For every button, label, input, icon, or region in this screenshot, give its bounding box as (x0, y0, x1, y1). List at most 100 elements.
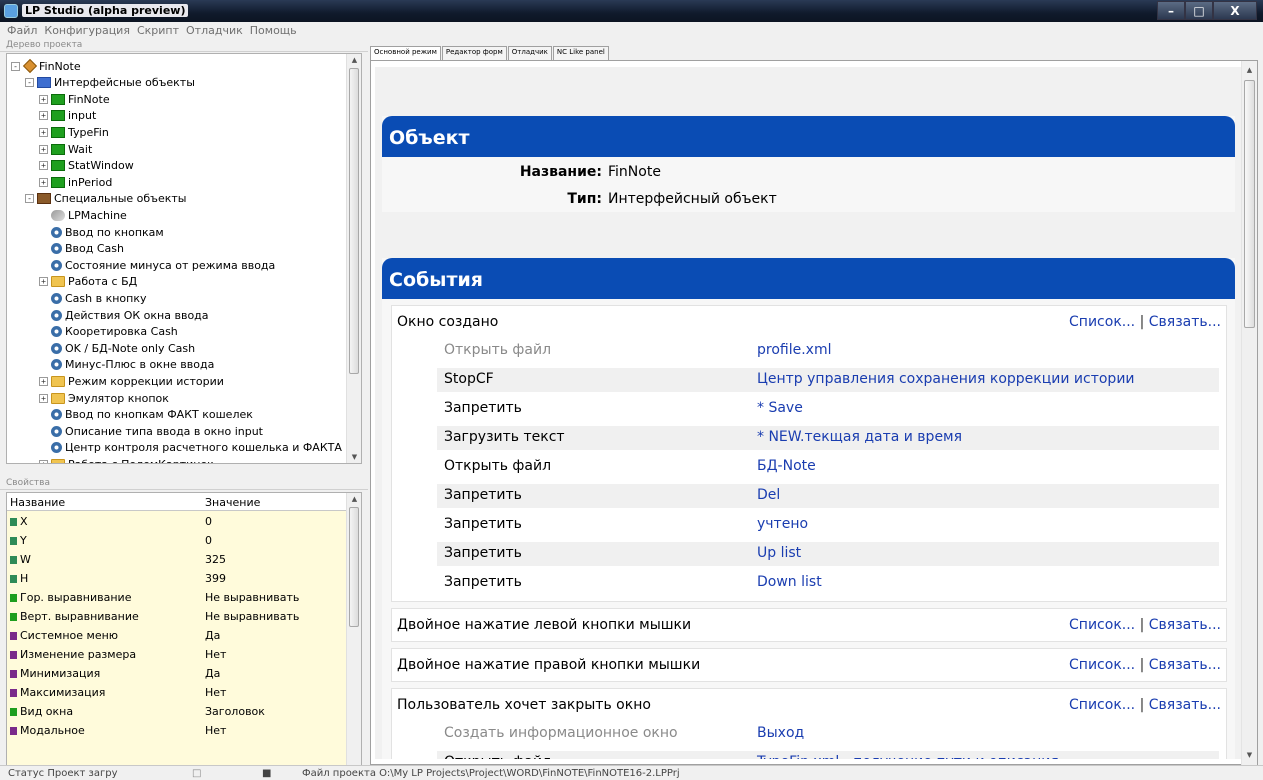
minimize-button[interactable]: – (1157, 1, 1185, 20)
expand-icon[interactable]: + (39, 94, 48, 104)
expand-icon[interactable]: + (39, 127, 48, 137)
property-row[interactable]: Минимизация Да (7, 664, 347, 683)
tree-node[interactable]: + input (39, 108, 96, 124)
tree-node[interactable]: + StatWindow (39, 158, 134, 174)
expand-icon[interactable]: + (39, 459, 48, 463)
property-value[interactable]: 325 (205, 553, 226, 566)
scroll-thumb[interactable] (1244, 80, 1255, 328)
property-row[interactable]: Гор. выравнивание Не выравнивать (7, 588, 347, 607)
action-target-link[interactable]: * NEW.текщая дата и время (757, 429, 962, 445)
bind-link[interactable]: Связать... (1149, 697, 1221, 713)
tree-node[interactable]: Действия ОК окна ввода (39, 307, 209, 323)
tree-node[interactable]: - Интерфейсные объекты (25, 75, 195, 91)
scroll-down-icon[interactable]: ▼ (347, 451, 361, 463)
bind-link[interactable]: Связать... (1149, 314, 1221, 330)
expand-icon[interactable]: + (39, 376, 48, 386)
action-target-link[interactable]: Up list (757, 545, 801, 561)
property-value[interactable]: Нет (205, 686, 226, 699)
property-value[interactable]: Не выравнивать (205, 591, 299, 604)
property-row[interactable]: Y0 (7, 531, 347, 550)
tree-node[interactable]: + Работа с ПолемКартинок (39, 456, 214, 463)
project-tree[interactable]: - FinNote - Интерфейсные объекты + FinNote + in… (6, 53, 362, 464)
property-value[interactable]: 0 (205, 534, 212, 547)
scroll-up-icon[interactable]: ▲ (1242, 64, 1257, 76)
bind-link[interactable]: Связать... (1149, 657, 1221, 673)
tree-scrollbar[interactable]: ▲ ▼ (346, 54, 361, 463)
menu-item[interactable]: Файл (4, 22, 41, 39)
property-row[interactable]: X0 (7, 512, 347, 531)
action-target-link[interactable]: profile.xml (757, 342, 831, 358)
action-target-link[interactable]: Центр управления сохранения коррекции ис… (757, 371, 1135, 387)
tree-node[interactable]: + Эмулятор кнопок (39, 390, 169, 406)
property-row[interactable]: Максимизация Нет (7, 683, 347, 702)
expand-icon[interactable]: + (39, 111, 48, 121)
action-target-link[interactable]: * Save (757, 400, 803, 416)
tab-1[interactable]: Редактор форм (441, 46, 507, 60)
tab-0[interactable]: Основной режим (370, 46, 441, 61)
collapse-icon[interactable]: - (11, 61, 20, 71)
expand-icon[interactable]: + (39, 177, 48, 187)
tree-node[interactable]: + Wait (39, 141, 92, 157)
content-scrollbar[interactable]: ▲ ▼ (1241, 61, 1257, 766)
property-row[interactable]: Верт. выравнивание Не выравнивать (7, 607, 347, 626)
tree-node[interactable]: OK / БД-Note only Cash (39, 340, 195, 356)
tree-node[interactable]: LPMachine (39, 207, 127, 223)
column-name-header[interactable]: Название (10, 496, 65, 509)
tree-node[interactable]: Ввод по кнопкам ФАКТ кошелек (39, 407, 253, 423)
property-row[interactable]: H 399 (7, 569, 347, 588)
tree-node[interactable]: Ввод Cash (39, 241, 124, 257)
scroll-thumb[interactable] (349, 507, 359, 627)
tree-node[interactable]: Минус-Плюс в окне ввода (39, 357, 214, 373)
list-link[interactable]: Список... (1069, 617, 1135, 633)
expand-icon[interactable]: + (39, 161, 48, 171)
tree-node[interactable]: - FinNote (11, 58, 81, 74)
tree-node[interactable]: Описание типа ввода в окно input (39, 423, 263, 439)
property-row[interactable]: W 325 (7, 550, 347, 569)
list-link[interactable]: Список... (1069, 697, 1135, 713)
property-value[interactable]: Нет (205, 724, 226, 737)
tree-node[interactable]: + FinNote (39, 91, 110, 107)
list-link[interactable]: Список... (1069, 314, 1135, 330)
property-value[interactable]: 0 (205, 515, 212, 528)
tree-node[interactable]: + TypeFin (39, 124, 109, 140)
property-value[interactable]: Нет (205, 648, 226, 661)
property-row[interactable]: Модальное Нет (7, 721, 347, 740)
action-target-link[interactable]: Выход (757, 725, 804, 741)
scroll-up-icon[interactable]: ▲ (347, 493, 361, 505)
tree-node[interactable]: Кооретировка Cash (39, 324, 178, 340)
menu-item[interactable]: Отладчик (183, 22, 247, 39)
property-value[interactable]: Заголовок (205, 705, 265, 718)
properties-grid[interactable]: Название Значение X 0 Y 0 W 325 H 399 Гор. вырав… (6, 492, 362, 780)
tab-2[interactable]: Отладчик (507, 46, 552, 60)
properties-scrollbar[interactable]: ▲ ▼ (346, 493, 361, 780)
tree-node[interactable]: Ввод по кнопкам (39, 224, 164, 240)
expand-icon[interactable]: + (39, 393, 48, 403)
tree-node[interactable]: Состояние минуса от режима ввода (39, 257, 275, 273)
scroll-down-icon[interactable]: ▼ (1242, 749, 1257, 761)
menu-item[interactable]: Скрипт (134, 22, 183, 39)
collapse-icon[interactable]: - (25, 78, 34, 88)
action-target-link[interactable]: Del (757, 487, 780, 503)
property-value[interactable]: Да (205, 667, 220, 680)
collapse-icon[interactable]: - (25, 194, 34, 204)
property-value[interactable]: Да (205, 629, 220, 642)
maximize-button[interactable]: □ (1185, 1, 1213, 20)
tree-node[interactable]: + Работа с БД (39, 274, 137, 290)
bind-link[interactable]: Связать... (1149, 617, 1221, 633)
property-row[interactable]: Системное меню Да (7, 626, 347, 645)
menu-item[interactable]: Конфигурация (41, 22, 134, 39)
property-value[interactable]: 399 (205, 572, 226, 585)
tree-node[interactable]: + Режим коррекции истории (39, 373, 224, 389)
scroll-up-icon[interactable]: ▲ (347, 54, 361, 66)
action-target-link[interactable]: Down list (757, 574, 822, 590)
expand-icon[interactable]: + (39, 144, 48, 154)
property-row[interactable]: Вид окна Заголовок (7, 702, 347, 721)
tree-node[interactable]: Центр контроля расчетного кошелька и ФАК… (39, 440, 342, 456)
tree-node[interactable]: Cash в кнопку (39, 290, 147, 306)
close-button[interactable]: X (1213, 1, 1257, 20)
property-row[interactable]: Изменение размера Нет (7, 645, 347, 664)
property-value[interactable]: Не выравнивать (205, 610, 299, 623)
tab-3[interactable]: NC Like panel (552, 46, 609, 60)
action-target-link[interactable]: TypeFin.xml - получение пути и описания (757, 754, 1059, 759)
action-target-link[interactable]: БД-Note (757, 458, 816, 474)
